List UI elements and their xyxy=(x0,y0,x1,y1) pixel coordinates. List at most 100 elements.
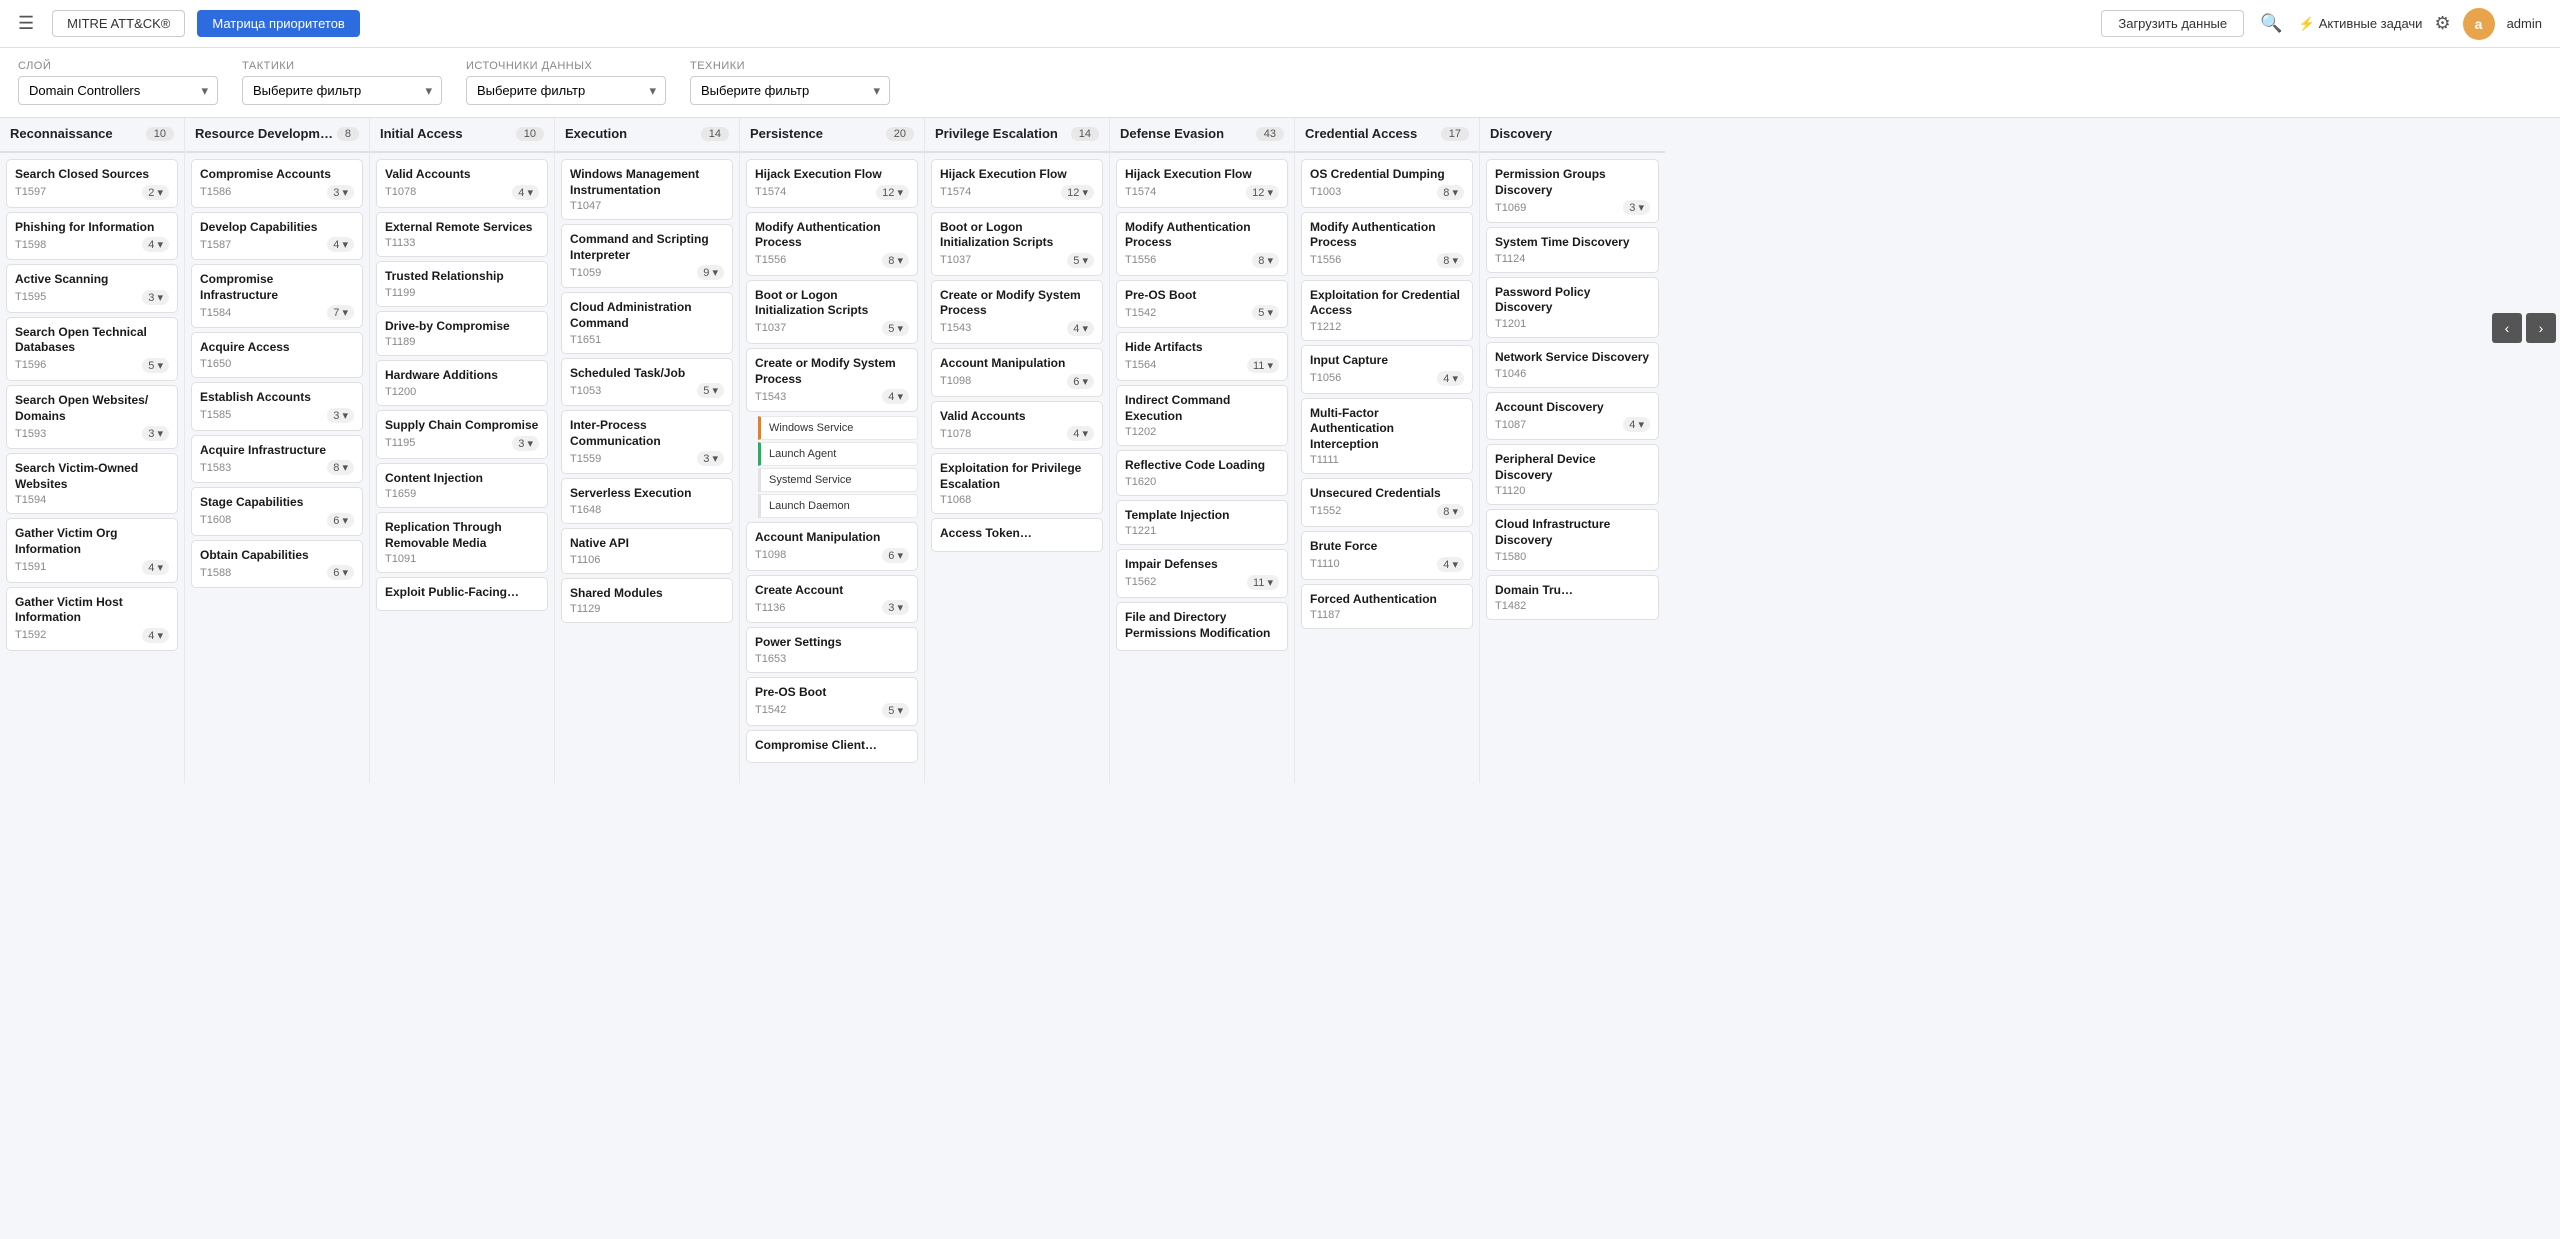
tech-card[interactable]: Content InjectionT1659 xyxy=(376,463,548,509)
tech-card[interactable]: Unsecured CredentialsT15528 ▾ xyxy=(1301,478,1473,527)
tech-card[interactable]: Shared ModulesT1129 xyxy=(561,578,733,624)
tech-card[interactable]: Exploitation for Privilege EscalationT10… xyxy=(931,453,1103,514)
datasources-select-wrapper[interactable]: Выберите фильтр xyxy=(466,76,666,105)
tech-card[interactable]: Inter-Process CommunicationT15593 ▾ xyxy=(561,410,733,474)
tech-card[interactable]: Hide ArtifactsT156411 ▾ xyxy=(1116,332,1288,381)
tech-card[interactable]: Gather Victim Host InformationT15924 ▾ xyxy=(6,587,178,651)
tech-card[interactable]: Pre-OS BootT15425 ▾ xyxy=(1116,280,1288,329)
tech-card[interactable]: Hijack Execution FlowT157412 ▾ xyxy=(931,159,1103,208)
tech-card-title: Hijack Execution Flow xyxy=(755,167,909,183)
tech-card[interactable]: Boot or Logon Initialization ScriptsT103… xyxy=(931,212,1103,276)
tech-card[interactable]: Reflective Code LoadingT1620 xyxy=(1116,450,1288,496)
tech-card[interactable]: Power SettingsT1653 xyxy=(746,627,918,673)
mitre-brand-tab[interactable]: MITRE ATT&CK® xyxy=(52,10,185,37)
datasources-select[interactable]: Выберите фильтр xyxy=(466,76,666,105)
tech-card[interactable]: Search Closed SourcesT15972 ▾ xyxy=(6,159,178,208)
tech-card[interactable]: Develop CapabilitiesT15874 ▾ xyxy=(191,212,363,261)
tech-card-id: T1584 xyxy=(200,307,231,319)
tech-card[interactable]: Phishing for InformationT15984 ▾ xyxy=(6,212,178,261)
layer-select[interactable]: Domain Controllers xyxy=(18,76,218,105)
tech-card[interactable]: Network Service DiscoveryT1046 xyxy=(1486,342,1659,388)
tech-card[interactable]: Compromise InfrastructureT15847 ▾ xyxy=(191,264,363,328)
tech-card[interactable]: Obtain CapabilitiesT15886 ▾ xyxy=(191,540,363,589)
avatar[interactable]: a xyxy=(2463,8,2495,40)
tech-card[interactable]: Valid AccountsT10784 ▾ xyxy=(376,159,548,208)
tech-card[interactable]: Forced AuthenticationT1187 xyxy=(1301,584,1473,630)
tech-card[interactable]: Stage CapabilitiesT16086 ▾ xyxy=(191,487,363,536)
tech-card[interactable]: Serverless ExecutionT1648 xyxy=(561,478,733,524)
tech-card[interactable]: Compromise Client… xyxy=(746,730,918,764)
tech-card[interactable]: Account ManipulationT10986 ▾ xyxy=(746,522,918,571)
techniques-select-wrapper[interactable]: Выберите фильтр xyxy=(690,76,890,105)
tech-card[interactable]: Gather Victim Org InformationT15914 ▾ xyxy=(6,518,178,582)
tech-card[interactable]: Cloud Administration CommandT1651 xyxy=(561,292,733,353)
layer-select-wrapper[interactable]: Domain Controllers xyxy=(18,76,218,105)
tech-card[interactable]: Impair DefensesT156211 ▾ xyxy=(1116,549,1288,598)
tech-card[interactable]: Peripheral Device DiscoveryT1120 xyxy=(1486,444,1659,505)
tech-card[interactable]: Exploitation for Credential AccessT1212 xyxy=(1301,280,1473,341)
tech-card[interactable]: Hijack Execution FlowT157412 ▾ xyxy=(746,159,918,208)
tech-card[interactable]: Acquire InfrastructureT15838 ▾ xyxy=(191,435,363,484)
tech-card[interactable]: Modify Authentication ProcessT15568 ▾ xyxy=(1301,212,1473,276)
tech-card[interactable]: Valid AccountsT10784 ▾ xyxy=(931,401,1103,450)
tech-card[interactable]: Create AccountT11363 ▾ xyxy=(746,575,918,624)
tech-card[interactable]: Multi-Factor Authentication Interception… xyxy=(1301,398,1473,475)
active-tasks-button[interactable]: ⚡ Активные задачи xyxy=(2299,16,2423,32)
tech-card[interactable]: Modify Authentication ProcessT15568 ▾ xyxy=(1116,212,1288,276)
tech-card[interactable]: Exploit Public-Facing… xyxy=(376,577,548,611)
tech-card[interactable]: Create or Modify System ProcessT15434 ▾ xyxy=(931,280,1103,344)
tech-card[interactable]: Compromise AccountsT15863 ▾ xyxy=(191,159,363,208)
tech-card[interactable]: Template InjectionT1221 xyxy=(1116,500,1288,546)
sub-item[interactable]: Launch Daemon xyxy=(758,494,918,518)
tech-card[interactable]: Search Victim-Owned WebsitesT1594 xyxy=(6,453,178,514)
tech-card[interactable]: Hijack Execution FlowT157412 ▾ xyxy=(1116,159,1288,208)
tactics-select-wrapper[interactable]: Выберите фильтр xyxy=(242,76,442,105)
menu-icon[interactable]: ☰ xyxy=(18,13,34,34)
tech-card[interactable]: System Time DiscoveryT1124 xyxy=(1486,227,1659,273)
tech-card[interactable]: Permission Groups DiscoveryT10693 ▾ xyxy=(1486,159,1659,223)
tech-card[interactable]: Windows Management InstrumentationT1047 xyxy=(561,159,733,220)
tech-card[interactable]: Search Open Websites/ DomainsT15933 ▾ xyxy=(6,385,178,449)
tech-card[interactable]: Indirect Command ExecutionT1202 xyxy=(1116,385,1288,446)
tech-card-id-row: T1648 xyxy=(570,504,724,516)
upload-button[interactable]: Загрузить данные xyxy=(2101,10,2244,37)
tech-card[interactable]: Account ManipulationT10986 ▾ xyxy=(931,348,1103,397)
tech-card-count: 6 ▾ xyxy=(1067,374,1094,389)
tech-card[interactable]: File and Directory Permissions Modificat… xyxy=(1116,602,1288,651)
tech-card[interactable]: Brute ForceT11104 ▾ xyxy=(1301,531,1473,580)
tech-card[interactable]: Acquire AccessT1650 xyxy=(191,332,363,378)
tech-card[interactable]: Trusted RelationshipT1199 xyxy=(376,261,548,307)
techniques-select[interactable]: Выберите фильтр xyxy=(690,76,890,105)
tech-card[interactable]: Active ScanningT15953 ▾ xyxy=(6,264,178,313)
tech-card[interactable]: Cloud Infrastructure DiscoveryT1580 xyxy=(1486,509,1659,570)
tech-card[interactable]: Supply Chain CompromiseT11953 ▾ xyxy=(376,410,548,459)
sub-item[interactable]: Launch Agent xyxy=(758,442,918,466)
tech-card[interactable]: Create or Modify System ProcessT15434 ▾ xyxy=(746,348,918,412)
prev-arrow[interactable]: ‹ xyxy=(2492,313,2522,343)
priority-matrix-tab[interactable]: Матрица приоритетов xyxy=(197,10,359,37)
tech-card[interactable]: OS Credential DumpingT10038 ▾ xyxy=(1301,159,1473,208)
tech-card[interactable]: Boot or Logon Initialization ScriptsT103… xyxy=(746,280,918,344)
tech-card[interactable]: Domain Tru…T1482 xyxy=(1486,575,1659,621)
tech-card[interactable]: Command and Scripting InterpreterT10599 … xyxy=(561,224,733,288)
tech-card[interactable]: Password Policy DiscoveryT1201 xyxy=(1486,277,1659,338)
tech-card[interactable]: Replication Through Removable MediaT1091 xyxy=(376,512,548,573)
sub-item[interactable]: Systemd Service xyxy=(758,468,918,492)
tech-card[interactable]: Drive-by CompromiseT1189 xyxy=(376,311,548,357)
tech-card[interactable]: Hardware AdditionsT1200 xyxy=(376,360,548,406)
tech-card[interactable]: Account DiscoveryT10874 ▾ xyxy=(1486,392,1659,441)
search-icon[interactable]: 🔍 xyxy=(2256,9,2286,38)
sub-item[interactable]: Windows Service xyxy=(758,416,918,440)
tech-card[interactable]: Scheduled Task/JobT10535 ▾ xyxy=(561,358,733,407)
tactics-select[interactable]: Выберите фильтр xyxy=(242,76,442,105)
tech-card[interactable]: Search Open Technical DatabasesT15965 ▾ xyxy=(6,317,178,381)
next-arrow[interactable]: › xyxy=(2526,313,2556,343)
tech-card[interactable]: Establish AccountsT15853 ▾ xyxy=(191,382,363,431)
settings-icon[interactable]: ⚙ xyxy=(2434,13,2450,34)
tech-card[interactable]: Native APIT1106 xyxy=(561,528,733,574)
tech-card[interactable]: Modify Authentication ProcessT15568 ▾ xyxy=(746,212,918,276)
tech-card[interactable]: Input CaptureT10564 ▾ xyxy=(1301,345,1473,394)
tech-card[interactable]: Access Token… xyxy=(931,518,1103,552)
tech-card[interactable]: Pre-OS BootT15425 ▾ xyxy=(746,677,918,726)
tech-card[interactable]: External Remote ServicesT1133 xyxy=(376,212,548,258)
